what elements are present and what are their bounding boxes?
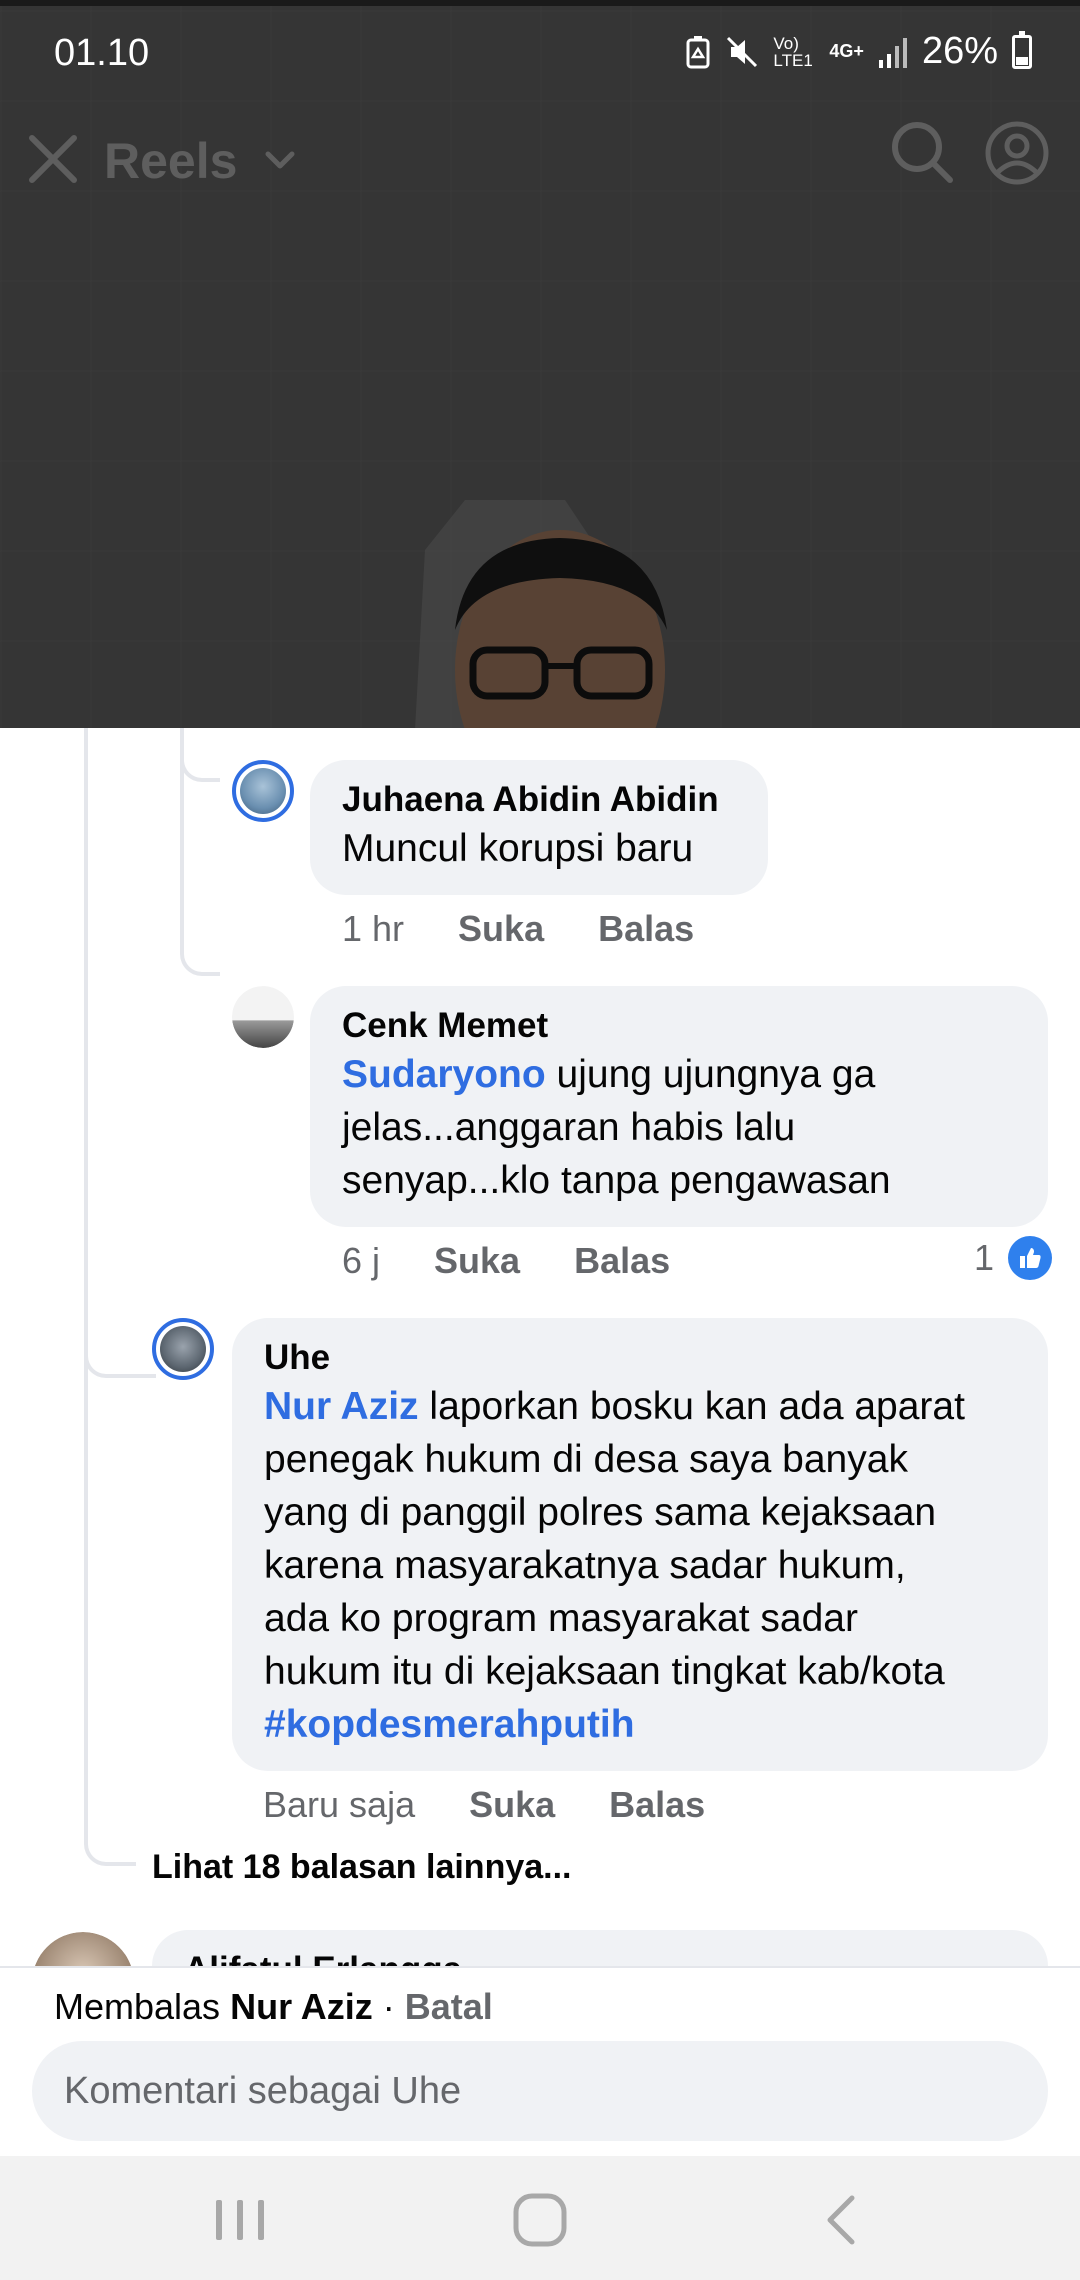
avatar[interactable] bbox=[232, 760, 294, 822]
mention-link[interactable]: Sudaryono bbox=[342, 1053, 546, 1096]
chevron-down-icon[interactable] bbox=[262, 142, 298, 178]
avatar[interactable] bbox=[232, 986, 294, 1048]
status-icons: Vo) LTE1 4G+ 26% bbox=[685, 30, 1032, 73]
back-icon[interactable] bbox=[810, 2188, 874, 2252]
comment-input[interactable] bbox=[32, 2041, 1048, 2141]
battery-percent: 26% bbox=[921, 30, 998, 72]
hashtag-link[interactable]: #kopdesmerahputih bbox=[264, 1703, 635, 1746]
profile-icon[interactable] bbox=[984, 120, 1050, 186]
view-more-replies-link[interactable]: Lihat 18 balasan lainnya... bbox=[152, 1848, 572, 1887]
like-button[interactable]: Suka bbox=[458, 908, 544, 950]
cancel-reply-button[interactable]: Batal bbox=[405, 1986, 493, 2027]
reply-target: Nur Aziz bbox=[230, 1986, 373, 2027]
comment-text: Sudaryono ujung ujungnya ga jelas...angga… bbox=[342, 1053, 891, 1202]
comment-bubble[interactable]: Uhe Nur Aziz laporkan bosku kan ada apar… bbox=[232, 1318, 1048, 1771]
mention-link[interactable]: Nur Aziz bbox=[264, 1385, 419, 1428]
comment-bubble[interactable]: Juhaena Abidin Abidin Muncul korupsi bar… bbox=[310, 760, 768, 895]
comment-time: Baru saja bbox=[263, 1784, 416, 1825]
comment-meta: 1 hr Suka Balas bbox=[342, 908, 694, 950]
comment-text: Muncul korupsi baru bbox=[342, 827, 694, 870]
comment-bubble[interactable]: Alifatul Erlangga bbox=[152, 1930, 1048, 1966]
battery-icon bbox=[1012, 30, 1032, 69]
comment-meta: Baru saja Suka Balas bbox=[263, 1784, 705, 1826]
search-icon[interactable] bbox=[890, 120, 954, 184]
replying-to-label: Membalas Nur Aziz · Batal bbox=[54, 1986, 493, 2027]
comment-author[interactable]: Cenk Memet bbox=[342, 1004, 1016, 1048]
reels-title[interactable]: Reels bbox=[104, 132, 237, 190]
comment-meta: 6 j Suka Balas bbox=[342, 1240, 670, 1282]
reel-video[interactable]: 01.10 Vo) LTE1 4G+ 26% Reels bbox=[0, 0, 1080, 728]
avatar[interactable] bbox=[152, 1318, 214, 1380]
comment-time: 6 j bbox=[342, 1240, 381, 1281]
reaction-summary[interactable]: 1 bbox=[974, 1236, 1053, 1280]
mute-icon bbox=[727, 36, 758, 67]
like-button[interactable]: Suka bbox=[434, 1240, 520, 1282]
comment-author[interactable]: Alifatul Erlangga bbox=[184, 1948, 1016, 1966]
close-icon[interactable] bbox=[26, 132, 80, 186]
thread-curve-1 bbox=[180, 728, 220, 782]
home-icon[interactable] bbox=[508, 2188, 572, 2252]
thread-line-outer bbox=[84, 728, 88, 1302]
reply-button[interactable]: Balas bbox=[609, 1784, 705, 1826]
reply-area: Membalas Nur Aziz · Batal bbox=[0, 1966, 1080, 2156]
avatar[interactable] bbox=[32, 1932, 134, 1966]
battery-saver-icon bbox=[686, 35, 710, 68]
comment-author[interactable]: Juhaena Abidin Abidin bbox=[342, 778, 736, 822]
volte-icon: Vo) LTE1 bbox=[773, 33, 813, 70]
comment-text: Nur Aziz laporkan bosku kan ada aparat pe… bbox=[264, 1385, 965, 1746]
reply-button[interactable]: Balas bbox=[598, 908, 694, 950]
like-reaction-icon bbox=[1008, 1236, 1053, 1280]
thread-line-outer-lower bbox=[84, 1302, 88, 1782]
reaction-count: 1 bbox=[974, 1237, 995, 1278]
recent-apps-icon[interactable] bbox=[208, 2188, 272, 2252]
status-time: 01.10 bbox=[54, 32, 150, 74]
comment-author[interactable]: Uhe bbox=[264, 1336, 1016, 1380]
video-overlay bbox=[0, 0, 1080, 728]
status-bar: 01.10 Vo) LTE1 4G+ 26% bbox=[0, 0, 1080, 80]
system-nav-bar bbox=[0, 2156, 1080, 2280]
4g-icon: 4G+ bbox=[829, 41, 864, 61]
signal-icon bbox=[878, 37, 907, 68]
like-button[interactable]: Suka bbox=[469, 1784, 555, 1826]
comment-bubble[interactable]: Cenk Memet Sudaryono ujung ujungnya ga je… bbox=[310, 986, 1048, 1227]
comment-time: 1 hr bbox=[342, 908, 405, 949]
comments-panel[interactable]: Juhaena Abidin Abidin Muncul korupsi bar… bbox=[0, 728, 1080, 1966]
reply-button[interactable]: Balas bbox=[574, 1240, 670, 1282]
thread-curve-outer bbox=[84, 1738, 136, 1866]
reels-header: Reels bbox=[0, 120, 1080, 200]
thread-curve-3 bbox=[84, 1288, 156, 1378]
thread-curve-2 bbox=[180, 928, 220, 976]
